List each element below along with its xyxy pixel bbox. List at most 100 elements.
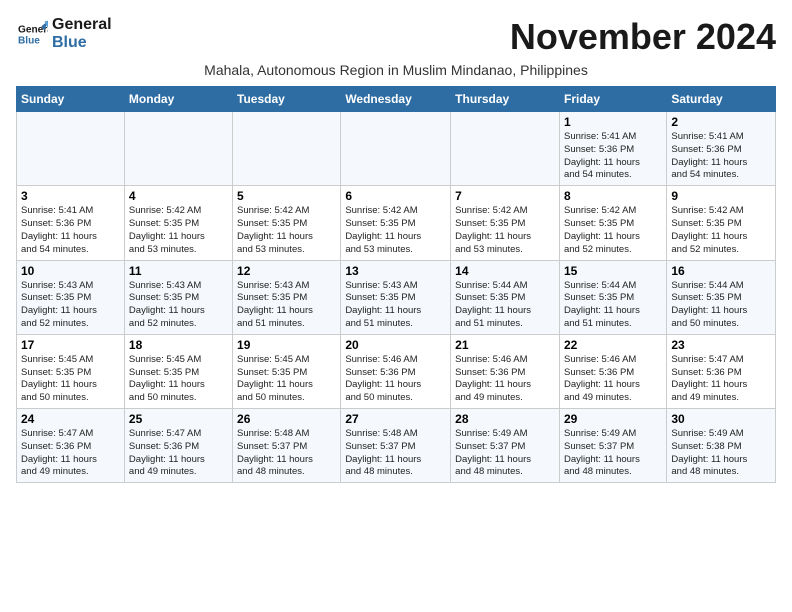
day-number: 18 [129,338,228,352]
day-number: 26 [237,412,336,426]
calendar-week-row: 1 Sunrise: 5:41 AM Sunset: 5:36 PM Daylig… [17,112,776,186]
day-number: 3 [21,189,120,203]
day-info: Sunrise: 5:42 AM Sunset: 5:35 PM Dayligh… [564,205,662,256]
calendar-day-cell: 7Sunrise: 5:42 AM Sunset: 5:35 PM Daylig… [451,186,560,260]
day-info: Sunrise: 5:43 AM Sunset: 5:35 PM Dayligh… [129,280,228,331]
day-number: 20 [345,338,446,352]
calendar-subtitle: Mahala, Autonomous Region in Muslim Mind… [16,62,776,78]
day-number: 10 [21,264,120,278]
calendar-day-cell: 15Sunrise: 5:44 AM Sunset: 5:35 PM Dayli… [559,260,666,334]
day-number: 1 [564,115,662,129]
day-info: Sunrise: 5:41 AM Sunset: 5:36 PM Dayligh… [671,131,771,182]
header-day: Sunday [17,87,125,112]
logo: General Blue General Blue [16,16,112,51]
calendar-day-cell: 23 Sunrise: 5:47 AM Sunset: 5:36 PM Dayli… [667,334,776,408]
day-info: Sunrise: 5:45 AM Sunset: 5:35 PM Dayligh… [129,354,228,405]
month-title: November 2024 [510,16,776,58]
calendar-day-cell [124,112,232,186]
calendar-day-cell: 4Sunrise: 5:42 AM Sunset: 5:35 PM Daylig… [124,186,232,260]
logo-icon: General Blue [16,20,48,48]
day-info: Sunrise: 5:43 AM Sunset: 5:35 PM Dayligh… [345,280,446,331]
day-info: Sunrise: 5:44 AM Sunset: 5:35 PM Dayligh… [564,280,662,331]
day-number: 6 [345,189,446,203]
day-info: Sunrise: 5:46 AM Sunset: 5:36 PM Dayligh… [455,354,555,405]
day-number: 7 [455,189,555,203]
day-number: 21 [455,338,555,352]
calendar-day-cell: 30 Sunrise: 5:49 AM Sunset: 5:38 PM Dayli… [667,409,776,483]
day-info: Sunrise: 5:49 AM Sunset: 5:37 PM Dayligh… [455,428,555,479]
header-day: Wednesday [341,87,451,112]
calendar-week-row: 17 Sunrise: 5:45 AM Sunset: 5:35 PM Dayli… [17,334,776,408]
day-info: Sunrise: 5:41 AM Sunset: 5:36 PM Dayligh… [21,205,120,256]
day-info: Sunrise: 5:41 AM Sunset: 5:36 PM Dayligh… [564,131,662,182]
day-number: 24 [21,412,120,426]
day-number: 22 [564,338,662,352]
day-info: Sunrise: 5:46 AM Sunset: 5:36 PM Dayligh… [564,354,662,405]
day-number: 5 [237,189,336,203]
logo-line2: Blue [52,34,112,52]
calendar-day-cell: 25Sunrise: 5:47 AM Sunset: 5:36 PM Dayli… [124,409,232,483]
day-number: 27 [345,412,446,426]
day-info: Sunrise: 5:42 AM Sunset: 5:35 PM Dayligh… [345,205,446,256]
day-number: 17 [21,338,120,352]
calendar-day-cell: 1 Sunrise: 5:41 AM Sunset: 5:36 PM Daylig… [559,112,666,186]
calendar-table: SundayMondayTuesdayWednesdayThursdayFrid… [16,86,776,483]
calendar-day-cell: 16 Sunrise: 5:44 AM Sunset: 5:35 PM Dayli… [667,260,776,334]
day-info: Sunrise: 5:43 AM Sunset: 5:35 PM Dayligh… [237,280,336,331]
day-number: 11 [129,264,228,278]
day-info: Sunrise: 5:49 AM Sunset: 5:38 PM Dayligh… [671,428,771,479]
calendar-day-cell: 19 Sunrise: 5:45 AM Sunset: 5:35 PM Dayli… [233,334,341,408]
day-info: Sunrise: 5:44 AM Sunset: 5:35 PM Dayligh… [671,280,771,331]
day-number: 16 [671,264,771,278]
calendar-day-cell: 29Sunrise: 5:49 AM Sunset: 5:37 PM Dayli… [559,409,666,483]
day-info: Sunrise: 5:43 AM Sunset: 5:35 PM Dayligh… [21,280,120,331]
calendar-day-cell: 18 Sunrise: 5:45 AM Sunset: 5:35 PM Dayli… [124,334,232,408]
day-info: Sunrise: 5:47 AM Sunset: 5:36 PM Dayligh… [671,354,771,405]
calendar-day-cell: 22 Sunrise: 5:46 AM Sunset: 5:36 PM Dayli… [559,334,666,408]
calendar-day-cell: 2 Sunrise: 5:41 AM Sunset: 5:36 PM Daylig… [667,112,776,186]
calendar-day-cell: 6 Sunrise: 5:42 AM Sunset: 5:35 PM Daylig… [341,186,451,260]
calendar-day-cell: 21 Sunrise: 5:46 AM Sunset: 5:36 PM Dayli… [451,334,560,408]
logo-line1: General [52,16,112,34]
day-number: 19 [237,338,336,352]
header-day: Saturday [667,87,776,112]
calendar-day-cell: 11 Sunrise: 5:43 AM Sunset: 5:35 PM Dayli… [124,260,232,334]
day-info: Sunrise: 5:46 AM Sunset: 5:36 PM Dayligh… [345,354,446,405]
calendar-day-cell [17,112,125,186]
day-number: 14 [455,264,555,278]
calendar-day-cell: 20 Sunrise: 5:46 AM Sunset: 5:36 PM Dayli… [341,334,451,408]
day-info: Sunrise: 5:47 AM Sunset: 5:36 PM Dayligh… [21,428,120,479]
calendar-day-cell: 27 Sunrise: 5:48 AM Sunset: 5:37 PM Dayli… [341,409,451,483]
day-info: Sunrise: 5:44 AM Sunset: 5:35 PM Dayligh… [455,280,555,331]
day-number: 8 [564,189,662,203]
calendar-day-cell: 17Sunrise: 5:45 AM Sunset: 5:35 PM Dayli… [17,334,125,408]
day-info: Sunrise: 5:45 AM Sunset: 5:35 PM Dayligh… [237,354,336,405]
day-number: 29 [564,412,662,426]
day-number: 13 [345,264,446,278]
day-info: Sunrise: 5:42 AM Sunset: 5:35 PM Dayligh… [129,205,228,256]
day-number: 25 [129,412,228,426]
day-info: Sunrise: 5:42 AM Sunset: 5:35 PM Dayligh… [237,205,336,256]
day-number: 28 [455,412,555,426]
calendar-day-cell: 10 Sunrise: 5:43 AM Sunset: 5:35 PM Dayli… [17,260,125,334]
header-day: Tuesday [233,87,341,112]
calendar-day-cell: 26Sunrise: 5:48 AM Sunset: 5:37 PM Dayli… [233,409,341,483]
header-day: Monday [124,87,232,112]
calendar-day-cell: 5 Sunrise: 5:42 AM Sunset: 5:35 PM Daylig… [233,186,341,260]
day-number: 30 [671,412,771,426]
calendar-day-cell: 14 Sunrise: 5:44 AM Sunset: 5:35 PM Dayli… [451,260,560,334]
calendar-week-row: 24 Sunrise: 5:47 AM Sunset: 5:36 PM Dayli… [17,409,776,483]
calendar-week-row: 10 Sunrise: 5:43 AM Sunset: 5:35 PM Dayli… [17,260,776,334]
header: General Blue General Blue November 2024 [16,16,776,58]
calendar-day-cell: 28 Sunrise: 5:49 AM Sunset: 5:37 PM Dayli… [451,409,560,483]
calendar-week-row: 3 Sunrise: 5:41 AM Sunset: 5:36 PM Daylig… [17,186,776,260]
calendar-day-cell: 3 Sunrise: 5:41 AM Sunset: 5:36 PM Daylig… [17,186,125,260]
day-number: 12 [237,264,336,278]
calendar-day-cell: 13 Sunrise: 5:43 AM Sunset: 5:35 PM Dayli… [341,260,451,334]
calendar-body: 1 Sunrise: 5:41 AM Sunset: 5:36 PM Daylig… [17,112,776,483]
svg-text:Blue: Blue [18,35,40,46]
day-number: 23 [671,338,771,352]
calendar-header: SundayMondayTuesdayWednesdayThursdayFrid… [17,87,776,112]
day-number: 2 [671,115,771,129]
day-info: Sunrise: 5:48 AM Sunset: 5:37 PM Dayligh… [345,428,446,479]
